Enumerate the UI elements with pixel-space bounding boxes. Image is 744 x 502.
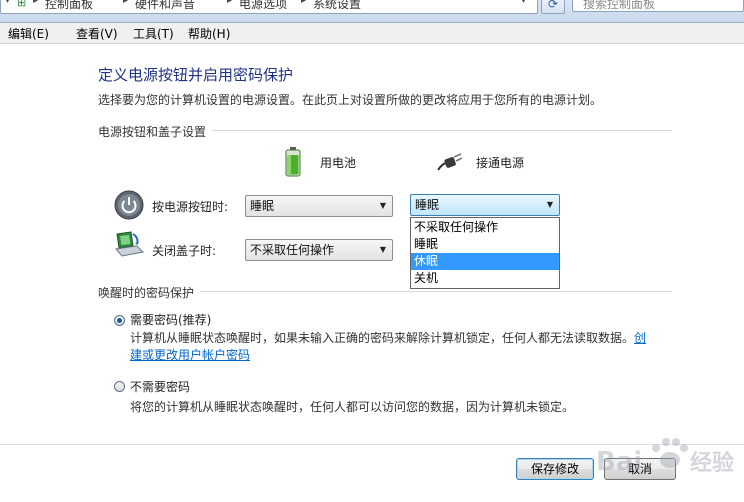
section-title-password-protection: 唤醒时的密码保护: [98, 286, 195, 300]
menu-item-view[interactable]: 查看(V): [76, 25, 118, 42]
power-button-plugged-select[interactable]: 睡眠 ▼: [410, 194, 560, 216]
require-password-label[interactable]: 需要密码(推荐): [130, 311, 211, 328]
breadcrumb-separator-icon: ▸: [33, 0, 39, 6]
refresh-button[interactable]: ⟳: [541, 0, 565, 14]
svg-text:Bai: Bai: [596, 447, 642, 477]
breadcrumb[interactable]: ▾ ⊞ ▸ 控制面板 ▸ 硬件和声音 ▸ 电源选项 ▸ 系统设置 ▾: [0, 0, 538, 14]
breadcrumb-power-options[interactable]: 电源选项: [239, 0, 287, 12]
power-button-battery-select[interactable]: 睡眠 ▼: [245, 195, 393, 217]
no-password-description: 将您的计算机从睡眠状态唤醒时，任何人都可以访问您的数据，因为计算机未锁定。: [130, 400, 575, 414]
breadcrumb-hardware-sound[interactable]: 硬件和声音: [135, 0, 195, 12]
power-button-battery-value: 睡眠: [250, 199, 275, 213]
breadcrumb-separator-icon: ▸: [227, 0, 233, 6]
power-button-plugged-dropdown: 不采取任何操作 睡眠 休眠 关机: [410, 217, 560, 289]
dropdown-option-do-nothing[interactable]: 不采取任何操作: [411, 219, 559, 236]
control-panel-icon: ⊞: [17, 0, 27, 9]
menu-item-edit[interactable]: 编辑(E): [8, 25, 49, 42]
refresh-icon: ⟳: [547, 0, 559, 11]
breadcrumb-separator-icon: ▸: [301, 0, 307, 6]
svg-text:经验: 经验: [690, 450, 734, 476]
power-button-icon: [114, 190, 144, 220]
power-button-plugged-value: 睡眠: [415, 198, 440, 212]
no-password-label[interactable]: 不需要密码: [130, 378, 190, 395]
lid-battery-value: 不采取任何操作: [250, 243, 335, 257]
battery-icon: [285, 147, 301, 177]
radio-selected-dot: [117, 318, 122, 323]
address-bar: ▾ ⊞ ▸ 控制面板 ▸ 硬件和声音 ▸ 电源选项 ▸ 系统设置 ▾ ⟳ 搜索控…: [0, 0, 744, 23]
page-description: 选择要为您的计算机设置的电源设置。在此页上对设置所做的更改将应用于您所有的电源计…: [98, 93, 603, 107]
plug-icon: [436, 152, 463, 172]
create-password-link-start[interactable]: 创: [634, 331, 646, 345]
power-button-label: 按电源按钮时:: [152, 200, 229, 214]
chevron-down-icon: ▼: [546, 200, 553, 209]
plugged-column-header: 接通电源: [476, 156, 525, 170]
chevron-down-icon[interactable]: ▾: [5, 0, 10, 6]
breadcrumb-separator-icon: ▸: [123, 0, 129, 6]
create-password-link[interactable]: 建或更改用户帐户密码: [130, 348, 250, 362]
dropdown-option-hibernate[interactable]: 休眠: [411, 253, 559, 270]
laptop-lid-icon: [113, 230, 145, 260]
chevron-down-icon: ▼: [379, 245, 386, 254]
search-placeholder: 搜索控制面板: [583, 0, 656, 11]
require-password-description-text: 计算机从睡眠状态唤醒时，如果未输入正确的密码来解除计算机锁定，任何人都无法读取数…: [130, 331, 635, 345]
baidu-watermark-logo: Bai 经验: [590, 420, 740, 490]
section-divider: [200, 291, 672, 292]
lid-label: 关闭盖子时:: [152, 244, 217, 258]
breadcrumb-system-settings[interactable]: 系统设置: [313, 0, 361, 12]
dropdown-option-sleep[interactable]: 睡眠: [411, 236, 559, 253]
menu-item-tools[interactable]: 工具(T): [133, 25, 174, 42]
save-button[interactable]: 保存修改: [516, 458, 594, 480]
section-divider: [212, 130, 672, 131]
require-password-description: 计算机从睡眠状态唤醒时，如果未输入正确的密码来解除计算机锁定，任何人都无法读取数…: [130, 329, 646, 346]
menu-item-help[interactable]: 帮助(H): [188, 25, 230, 42]
page-title: 定义电源按钮并启用密码保护: [98, 66, 294, 84]
lid-battery-select[interactable]: 不采取任何操作 ▼: [245, 239, 393, 261]
menu-bar: ) 编辑(E) 查看(V) 工具(T) 帮助(H): [0, 23, 744, 44]
chevron-down-icon: ▼: [379, 201, 386, 210]
create-password-link-line: 建或更改用户帐户密码: [130, 346, 250, 363]
battery-column-header: 用电池: [320, 156, 357, 170]
require-password-radio[interactable]: [114, 315, 125, 326]
section-title-power-buttons: 电源按钮和盖子设置: [98, 125, 207, 139]
search-input[interactable]: 搜索控制面板: [572, 0, 744, 12]
chevron-down-icon[interactable]: ▾: [521, 0, 526, 6]
no-password-radio[interactable]: [114, 381, 125, 392]
dropdown-option-shutdown[interactable]: 关机: [411, 270, 559, 287]
breadcrumb-control-panel[interactable]: 控制面板: [45, 0, 93, 12]
